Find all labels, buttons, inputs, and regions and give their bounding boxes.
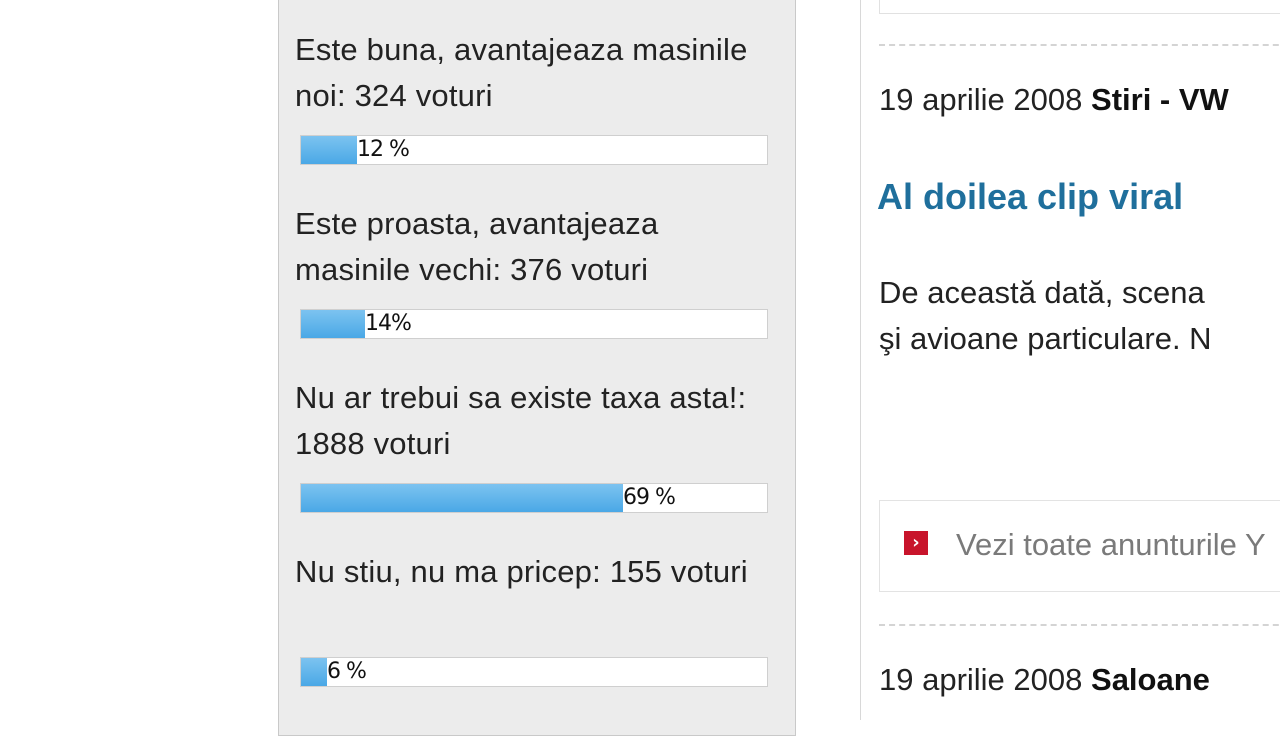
- divider: [879, 624, 1280, 626]
- article-summary-line: De această dată, scena: [879, 275, 1205, 310]
- poll-option: Este buna, avantajeaza masinile noi: 324…: [295, 27, 775, 165]
- divider: [879, 44, 1280, 46]
- news-category-link[interactable]: Stiri - VW: [1091, 82, 1229, 117]
- poll-result-fill: [301, 136, 357, 164]
- article-title-link[interactable]: Al doilea clip viral: [877, 176, 1183, 218]
- poll-option: Nu ar trebui sa existe taxa asta!: 1888 …: [295, 375, 775, 513]
- poll-option-text: Este buna, avantajeaza masinile noi: 324…: [295, 32, 748, 113]
- article-summary-line: şi avioane particulare. N: [879, 321, 1212, 356]
- news-meta: 19 aprilie 2008 Saloane: [879, 662, 1210, 698]
- poll-result-bar: 69 %: [300, 483, 768, 513]
- poll-option-text: Nu stiu, nu ma pricep: 155 voturi: [295, 554, 748, 589]
- poll-result-bar: 6 %: [300, 657, 768, 687]
- news-date: 19 aprilie 2008: [879, 82, 1083, 117]
- news-meta: 19 aprilie 2008 Stiri - VW: [879, 82, 1229, 118]
- red-arrow-icon: ›: [904, 531, 928, 555]
- poll-result-fill: [301, 310, 365, 338]
- poll-option: Este proasta, avantajeaza masinile vechi…: [295, 201, 775, 339]
- poll-result-bar: 12 %: [300, 135, 768, 165]
- news-date: 19 aprilie 2008: [879, 662, 1083, 697]
- poll-result-percent: 14%: [365, 311, 412, 336]
- previous-item-box: [879, 0, 1280, 14]
- poll-result-bar: 14%: [300, 309, 768, 339]
- article-summary: De această dată, scena şi avioane partic…: [879, 270, 1212, 362]
- poll-option-text: Nu ar trebui sa existe taxa asta!: 1888 …: [295, 380, 747, 461]
- news-column: 19 aprilie 2008 Stiri - VW Al doilea cli…: [860, 0, 1280, 720]
- news-category-link[interactable]: Saloane: [1091, 662, 1210, 697]
- poll-result-percent: 12 %: [357, 137, 410, 162]
- poll-option-text: Este proasta, avantajeaza masinile vechi…: [295, 206, 659, 287]
- ads-box: › Vezi toate anunturile Y: [879, 500, 1280, 592]
- poll-result-fill: [301, 484, 623, 512]
- poll-option: Nu stiu, nu ma pricep: 155 voturi 6 %: [295, 549, 775, 687]
- poll-result-fill: [301, 658, 327, 686]
- poll-result-percent: 6 %: [327, 659, 367, 684]
- poll-panel: Este buna, avantajeaza masinile noi: 324…: [278, 0, 796, 736]
- poll-result-percent: 69 %: [623, 485, 676, 510]
- view-all-ads-link[interactable]: Vezi toate anunturile Y: [956, 527, 1266, 563]
